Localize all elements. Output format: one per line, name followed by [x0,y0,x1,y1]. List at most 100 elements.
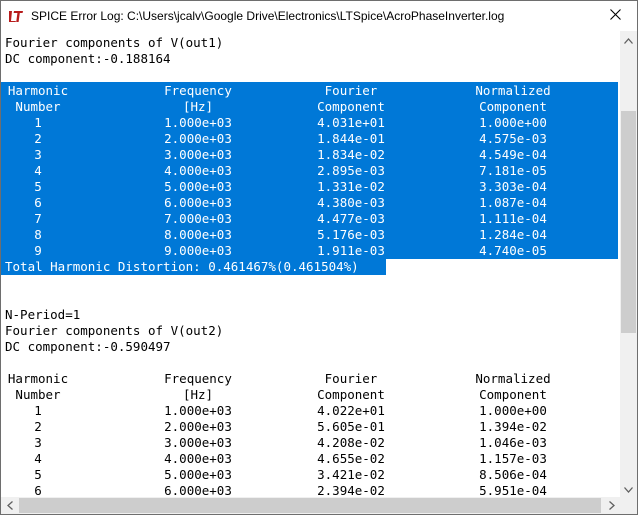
table-header-row: Number [Hz] Component Component [1,387,618,403]
table-row: 9 9.000e+03 1.911e-03 4.740e-05 [1,243,618,259]
table-cell: Harmonic [7,83,69,98]
scroll-up-button[interactable] [620,31,637,48]
table-cell: 5.176e-03 [317,227,385,242]
table-cell: Fourier [324,371,378,386]
table-row: 1 1.000e+03 4.022e+01 1.000e+00 [1,403,618,419]
close-button[interactable] [593,1,637,31]
table-cell: Normalized [475,371,551,386]
ltspice-logo-icon [8,9,24,23]
table-row: 7 7.000e+03 4.477e-03 1.111e-04 [1,211,618,227]
table-cell: 4.549e-04 [479,147,547,162]
table-cell: 4 [34,451,42,466]
log-line-dc-2: DC component:-0.590497 [5,339,171,354]
scrollbar-corner [620,497,637,514]
table-cell: 6 [34,195,42,210]
table-cell: Component [317,387,385,402]
chevron-down-icon [624,480,633,498]
scroll-down-button[interactable] [620,480,637,497]
table-row: 2 2.000e+03 1.844e-01 4.575e-03 [1,131,618,147]
table-cell: 4.000e+03 [164,451,232,466]
table-cell: 2.394e-02 [317,483,385,497]
table-row: 1 1.000e+03 4.031e+01 1.000e+00 [1,115,618,131]
table-cell: [Hz] [182,387,214,402]
table-row: 8 8.000e+03 5.176e-03 1.284e-04 [1,227,618,243]
table-row: 3 3.000e+03 1.834e-02 4.549e-04 [1,147,618,163]
table-cell: 8 [34,227,42,242]
table-cell: 1.834e-02 [317,147,385,162]
table-cell: 1.157e-03 [479,451,547,466]
table-cell: 1.844e-01 [317,131,385,146]
horizontal-scrollbar[interactable] [1,497,620,514]
table-cell: 5.605e-01 [317,419,385,434]
table-cell: Fourier [324,83,378,98]
table-cell: 8.506e-04 [479,467,547,482]
vertical-scrollbar[interactable] [620,31,637,497]
vertical-scroll-thumb[interactable] [621,111,636,333]
table-cell: Normalized [475,83,551,98]
log-line-heading: Fourier components of V(out1) [5,35,224,50]
table-cell: Component [479,99,547,114]
table-cell: 4.022e+01 [317,403,385,418]
table-cell: 1 [34,403,42,418]
table-cell: Number [15,387,61,402]
table-cell: 8.000e+03 [164,227,232,242]
table-cell: 6.000e+03 [164,483,232,497]
table-cell: 1.331e-02 [317,179,385,194]
table-cell: 3 [34,435,42,450]
close-icon [609,7,621,25]
table-header-row: Harmonic Frequency Fourier Normalized [1,371,618,387]
table-cell: Frequency [164,371,232,386]
table-header-row: Harmonic Frequency Fourier Normalized [1,83,618,99]
table-cell: 3.303e-04 [479,179,547,194]
table-cell: 4.477e-03 [317,211,385,226]
spice-error-log-window: SPICE Error Log: C:\Users\jcalv\Google D… [0,0,638,515]
table-cell: 1.000e+03 [164,115,232,130]
table-row: 6 6.000e+03 4.380e-03 1.087e-04 [1,195,618,211]
table-cell: 4.380e-03 [317,195,385,210]
table-cell: 9 [34,243,42,258]
table-cell: 7.000e+03 [164,211,232,226]
table-cell: 5 [34,467,42,482]
table-row: 5 5.000e+03 1.331e-02 3.303e-04 [1,179,618,195]
table-cell: [Hz] [182,99,214,114]
scroll-left-button[interactable] [1,497,18,514]
table-cell: 1 [34,115,42,130]
table-cell: 6 [34,483,42,497]
table-cell: 6.000e+03 [164,195,232,210]
table-cell: Frequency [164,83,232,98]
table-cell: 4.575e-03 [479,131,547,146]
table-cell: 4 [34,163,42,178]
table-cell: 5.000e+03 [164,179,232,194]
scroll-right-button[interactable] [603,497,620,514]
table-cell: Component [479,387,547,402]
table-cell: 1.087e-04 [479,195,547,210]
table-cell: 7 [34,211,42,226]
table-row: 2 2.000e+03 5.605e-01 1.394e-02 [1,419,618,435]
table-cell: 2 [34,131,42,146]
table-cell: 2.895e-03 [317,163,385,178]
table-cell: 4.208e-02 [317,435,385,450]
table-cell: 4.000e+03 [164,163,232,178]
table-cell: 4.740e-05 [479,243,547,258]
table-cell: 3.000e+03 [164,147,232,162]
table-cell: 5.951e-04 [479,483,547,497]
chevron-left-icon [6,497,13,515]
log-text-area[interactable]: Fourier components of V(out1) DC compone… [1,31,620,497]
log-line-thd: Total Harmonic Distortion: 0.461467%(0.4… [5,259,359,274]
table-header-row: Number [Hz] Component Component [1,99,618,115]
chevron-up-icon [624,31,633,49]
table-cell: 7.181e-05 [479,163,547,178]
table-cell: 2.000e+03 [164,419,232,434]
table-row: 5 5.000e+03 3.421e-02 8.506e-04 [1,467,618,483]
table-cell: 1.000e+03 [164,403,232,418]
table-cell: 3.000e+03 [164,435,232,450]
table-row: 3 3.000e+03 4.208e-02 1.046e-03 [1,435,618,451]
table-cell: 5 [34,179,42,194]
horizontal-scroll-thumb[interactable] [19,498,601,513]
table-cell: 1.046e-03 [479,435,547,450]
title-bar[interactable]: SPICE Error Log: C:\Users\jcalv\Google D… [1,1,637,31]
log-line-dc: DC component:-0.188164 [5,51,171,66]
window-title: SPICE Error Log: C:\Users\jcalv\Google D… [31,9,505,23]
table-cell: 2.000e+03 [164,131,232,146]
table-cell: 4.031e+01 [317,115,385,130]
